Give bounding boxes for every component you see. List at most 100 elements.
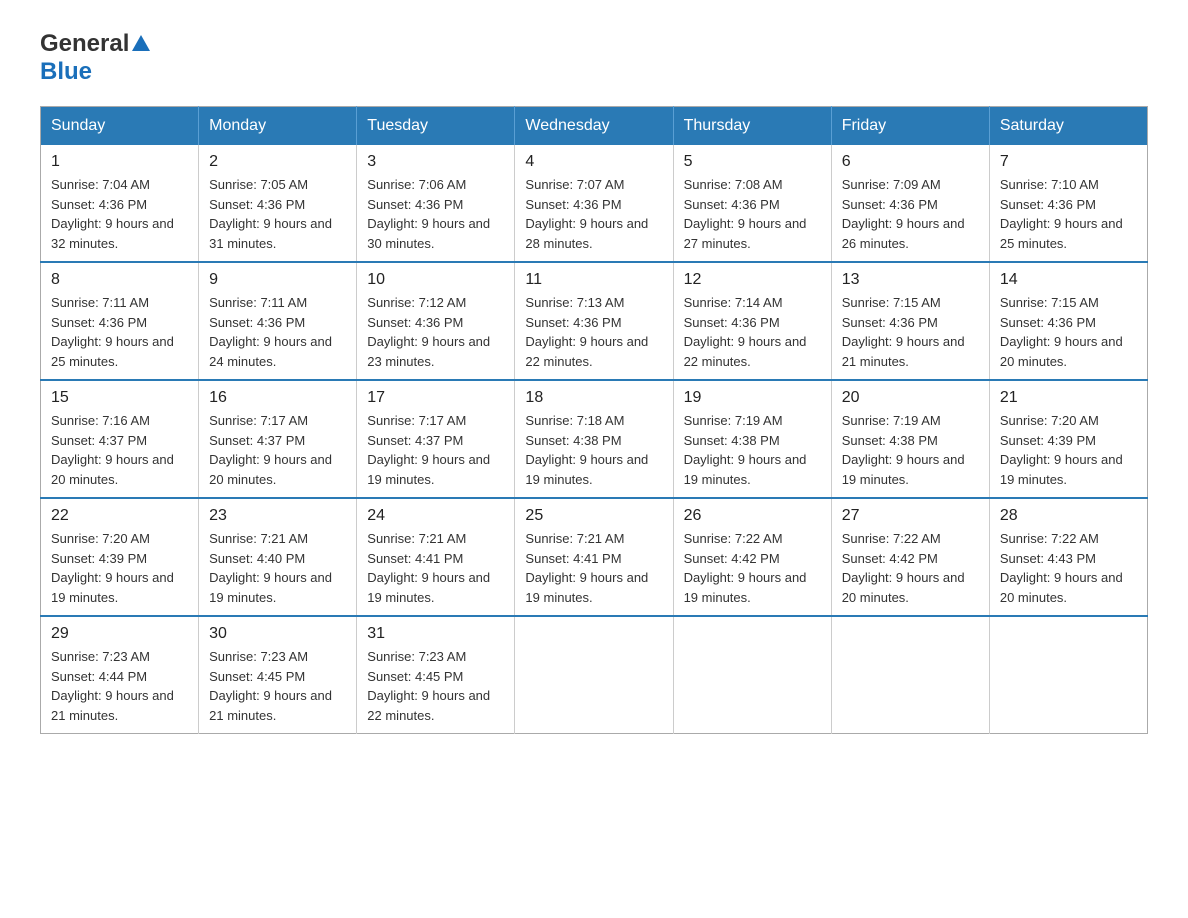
day-info: Sunrise: 7:21 AM Sunset: 4:41 PM Dayligh… — [367, 529, 504, 607]
day-info: Sunrise: 7:22 AM Sunset: 4:42 PM Dayligh… — [684, 529, 821, 607]
calendar-cell: 31 Sunrise: 7:23 AM Sunset: 4:45 PM Dayl… — [357, 616, 515, 734]
day-number: 16 — [209, 389, 346, 407]
sunset-label: Sunset: 4:36 PM — [1000, 197, 1096, 212]
sunset-label: Sunset: 4:40 PM — [209, 551, 305, 566]
day-number: 4 — [525, 153, 662, 171]
day-number: 18 — [525, 389, 662, 407]
day-info: Sunrise: 7:09 AM Sunset: 4:36 PM Dayligh… — [842, 175, 979, 253]
sunrise-label: Sunrise: 7:23 AM — [209, 649, 308, 664]
day-info: Sunrise: 7:23 AM Sunset: 4:44 PM Dayligh… — [51, 647, 188, 725]
calendar-cell: 11 Sunrise: 7:13 AM Sunset: 4:36 PM Dayl… — [515, 262, 673, 380]
day-info: Sunrise: 7:07 AM Sunset: 4:36 PM Dayligh… — [525, 175, 662, 253]
weekday-header-row: SundayMondayTuesdayWednesdayThursdayFrid… — [41, 107, 1148, 146]
daylight-label: Daylight: 9 hours and 19 minutes. — [842, 452, 965, 487]
day-number: 29 — [51, 625, 188, 643]
sunrise-label: Sunrise: 7:11 AM — [51, 295, 149, 310]
daylight-label: Daylight: 9 hours and 27 minutes. — [684, 216, 807, 251]
daylight-label: Daylight: 9 hours and 23 minutes. — [367, 334, 490, 369]
sunset-label: Sunset: 4:37 PM — [367, 433, 463, 448]
day-number: 31 — [367, 625, 504, 643]
sunrise-label: Sunrise: 7:10 AM — [1000, 177, 1099, 192]
sunset-label: Sunset: 4:41 PM — [367, 551, 463, 566]
calendar-cell: 8 Sunrise: 7:11 AM Sunset: 4:36 PM Dayli… — [41, 262, 199, 380]
sunset-label: Sunset: 4:42 PM — [684, 551, 780, 566]
calendar-cell: 12 Sunrise: 7:14 AM Sunset: 4:36 PM Dayl… — [673, 262, 831, 380]
sunset-label: Sunset: 4:44 PM — [51, 669, 147, 684]
daylight-label: Daylight: 9 hours and 30 minutes. — [367, 216, 490, 251]
sunrise-label: Sunrise: 7:18 AM — [525, 413, 624, 428]
calendar-cell: 23 Sunrise: 7:21 AM Sunset: 4:40 PM Dayl… — [199, 498, 357, 616]
day-number: 7 — [1000, 153, 1137, 171]
day-number: 8 — [51, 271, 188, 289]
day-info: Sunrise: 7:12 AM Sunset: 4:36 PM Dayligh… — [367, 293, 504, 371]
day-number: 24 — [367, 507, 504, 525]
day-info: Sunrise: 7:23 AM Sunset: 4:45 PM Dayligh… — [367, 647, 504, 725]
calendar-cell — [989, 616, 1147, 734]
sunrise-label: Sunrise: 7:09 AM — [842, 177, 941, 192]
sunset-label: Sunset: 4:36 PM — [1000, 315, 1096, 330]
calendar-cell: 28 Sunrise: 7:22 AM Sunset: 4:43 PM Dayl… — [989, 498, 1147, 616]
sunset-label: Sunset: 4:39 PM — [1000, 433, 1096, 448]
daylight-label: Daylight: 9 hours and 22 minutes. — [525, 334, 648, 369]
sunrise-label: Sunrise: 7:14 AM — [684, 295, 783, 310]
calendar-cell: 3 Sunrise: 7:06 AM Sunset: 4:36 PM Dayli… — [357, 145, 515, 262]
sunrise-label: Sunrise: 7:13 AM — [525, 295, 624, 310]
sunset-label: Sunset: 4:36 PM — [525, 315, 621, 330]
day-number: 5 — [684, 153, 821, 171]
calendar-cell: 16 Sunrise: 7:17 AM Sunset: 4:37 PM Dayl… — [199, 380, 357, 498]
day-number: 3 — [367, 153, 504, 171]
daylight-label: Daylight: 9 hours and 31 minutes. — [209, 216, 332, 251]
sunset-label: Sunset: 4:36 PM — [209, 315, 305, 330]
sunrise-label: Sunrise: 7:11 AM — [209, 295, 307, 310]
day-info: Sunrise: 7:05 AM Sunset: 4:36 PM Dayligh… — [209, 175, 346, 253]
day-info: Sunrise: 7:22 AM Sunset: 4:43 PM Dayligh… — [1000, 529, 1137, 607]
calendar-cell: 17 Sunrise: 7:17 AM Sunset: 4:37 PM Dayl… — [357, 380, 515, 498]
calendar-cell: 22 Sunrise: 7:20 AM Sunset: 4:39 PM Dayl… — [41, 498, 199, 616]
daylight-label: Daylight: 9 hours and 19 minutes. — [51, 570, 174, 605]
sunrise-label: Sunrise: 7:23 AM — [51, 649, 150, 664]
calendar-week-row: 8 Sunrise: 7:11 AM Sunset: 4:36 PM Dayli… — [41, 262, 1148, 380]
sunrise-label: Sunrise: 7:19 AM — [684, 413, 783, 428]
day-number: 1 — [51, 153, 188, 171]
sunrise-label: Sunrise: 7:16 AM — [51, 413, 150, 428]
sunrise-label: Sunrise: 7:08 AM — [684, 177, 783, 192]
day-info: Sunrise: 7:21 AM Sunset: 4:41 PM Dayligh… — [525, 529, 662, 607]
day-number: 15 — [51, 389, 188, 407]
weekday-header-wednesday: Wednesday — [515, 107, 673, 146]
day-number: 11 — [525, 271, 662, 289]
sunset-label: Sunset: 4:36 PM — [367, 315, 463, 330]
sunrise-label: Sunrise: 7:07 AM — [525, 177, 624, 192]
calendar-cell — [673, 616, 831, 734]
calendar-cell: 5 Sunrise: 7:08 AM Sunset: 4:36 PM Dayli… — [673, 145, 831, 262]
daylight-label: Daylight: 9 hours and 26 minutes. — [842, 216, 965, 251]
day-info: Sunrise: 7:20 AM Sunset: 4:39 PM Dayligh… — [51, 529, 188, 607]
daylight-label: Daylight: 9 hours and 19 minutes. — [209, 570, 332, 605]
day-info: Sunrise: 7:14 AM Sunset: 4:36 PM Dayligh… — [684, 293, 821, 371]
calendar-cell: 26 Sunrise: 7:22 AM Sunset: 4:42 PM Dayl… — [673, 498, 831, 616]
weekday-header-friday: Friday — [831, 107, 989, 146]
sunrise-label: Sunrise: 7:17 AM — [209, 413, 308, 428]
calendar-cell: 15 Sunrise: 7:16 AM Sunset: 4:37 PM Dayl… — [41, 380, 199, 498]
day-number: 22 — [51, 507, 188, 525]
calendar-cell: 13 Sunrise: 7:15 AM Sunset: 4:36 PM Dayl… — [831, 262, 989, 380]
weekday-header-monday: Monday — [199, 107, 357, 146]
sunrise-label: Sunrise: 7:21 AM — [209, 531, 308, 546]
calendar-cell: 1 Sunrise: 7:04 AM Sunset: 4:36 PM Dayli… — [41, 145, 199, 262]
day-info: Sunrise: 7:17 AM Sunset: 4:37 PM Dayligh… — [209, 411, 346, 489]
daylight-label: Daylight: 9 hours and 32 minutes. — [51, 216, 174, 251]
day-info: Sunrise: 7:15 AM Sunset: 4:36 PM Dayligh… — [1000, 293, 1137, 371]
sunset-label: Sunset: 4:45 PM — [209, 669, 305, 684]
calendar-cell: 27 Sunrise: 7:22 AM Sunset: 4:42 PM Dayl… — [831, 498, 989, 616]
sunrise-label: Sunrise: 7:22 AM — [842, 531, 941, 546]
calendar-cell: 2 Sunrise: 7:05 AM Sunset: 4:36 PM Dayli… — [199, 145, 357, 262]
sunrise-label: Sunrise: 7:20 AM — [1000, 413, 1099, 428]
sunset-label: Sunset: 4:38 PM — [684, 433, 780, 448]
daylight-label: Daylight: 9 hours and 24 minutes. — [209, 334, 332, 369]
calendar-cell: 24 Sunrise: 7:21 AM Sunset: 4:41 PM Dayl… — [357, 498, 515, 616]
sunset-label: Sunset: 4:41 PM — [525, 551, 621, 566]
sunset-label: Sunset: 4:43 PM — [1000, 551, 1096, 566]
day-info: Sunrise: 7:18 AM Sunset: 4:38 PM Dayligh… — [525, 411, 662, 489]
day-number: 12 — [684, 271, 821, 289]
daylight-label: Daylight: 9 hours and 20 minutes. — [1000, 570, 1123, 605]
calendar-week-row: 29 Sunrise: 7:23 AM Sunset: 4:44 PM Dayl… — [41, 616, 1148, 734]
